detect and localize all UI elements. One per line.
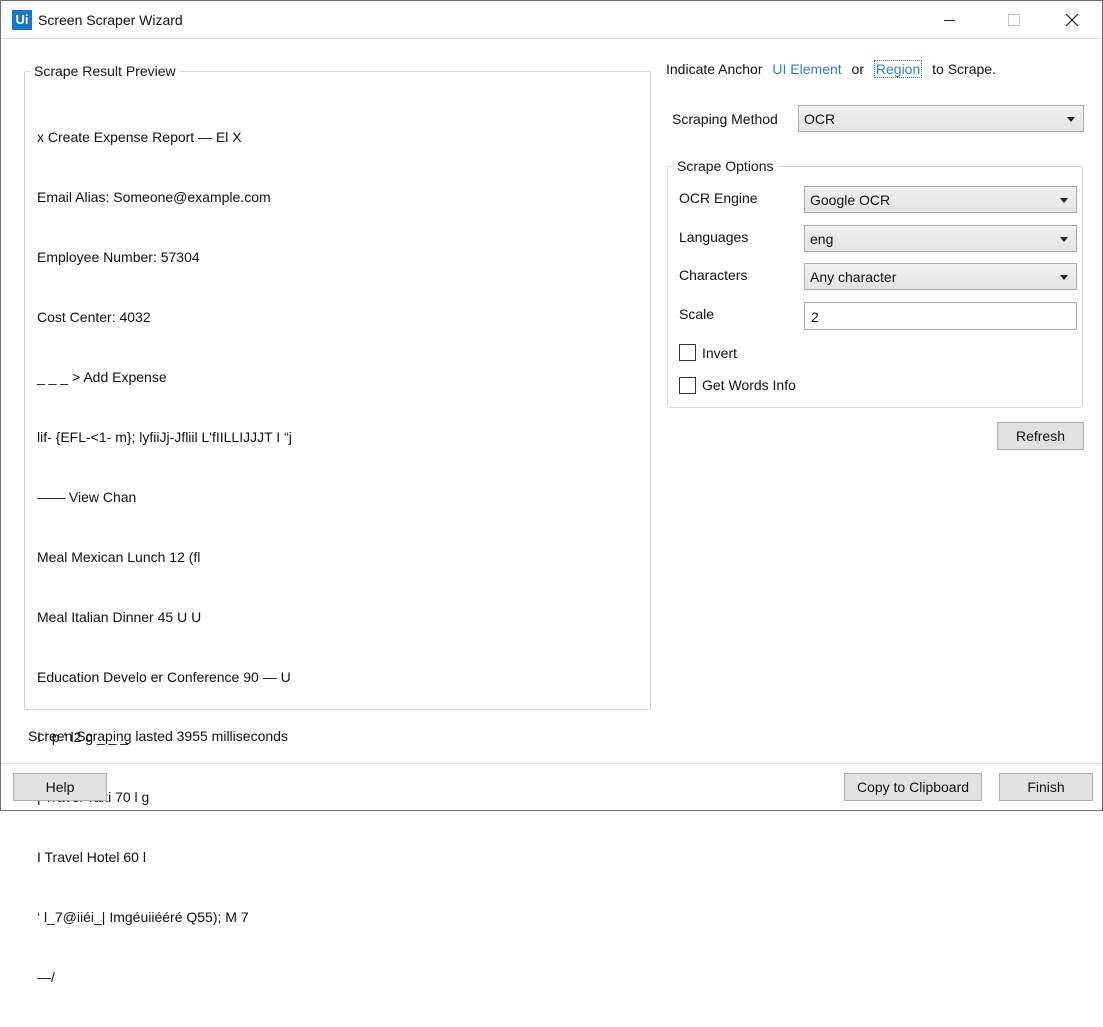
preview-line: _ _ _ > Add Expense: [37, 369, 167, 385]
preview-line: Meal Mexican Lunch 12 (fl: [37, 549, 201, 565]
uipath-logo-icon: Ui: [12, 10, 32, 30]
scrape-result-preview-group: Scrape Result Preview x Create Expense R…: [24, 63, 651, 985]
languages-dropdown[interactable]: eng: [804, 225, 1077, 252]
close-icon: [1065, 13, 1079, 27]
scraping-status-text: Screen Scraping lasted 3955 milliseconds: [28, 728, 288, 744]
languages-value: eng: [810, 231, 834, 247]
ui-element-link[interactable]: UI Element: [772, 61, 841, 77]
invert-label: Invert: [702, 345, 738, 361]
scraping-method-dropdown[interactable]: OCR: [798, 105, 1084, 132]
preview-line: I Travel Hotel 60 l: [37, 849, 146, 865]
chevron-down-icon: [1060, 198, 1068, 203]
or-label: or: [851, 61, 864, 77]
scrape-result-text[interactable]: x Create Expense Report — El X Email Ali…: [37, 87, 637, 1027]
scraping-method-value: OCR: [804, 111, 836, 127]
close-button[interactable]: [1043, 1, 1101, 39]
maximize-button[interactable]: [984, 1, 1042, 39]
ocr-engine-dropdown[interactable]: Google OCR: [804, 186, 1077, 213]
preview-line: | Travel Taxi 70 l g: [37, 789, 150, 805]
scale-input[interactable]: 2: [804, 302, 1077, 330]
characters-label: Characters: [679, 267, 748, 283]
chevron-down-icon: [1060, 275, 1068, 280]
invert-checkbox[interactable]: [679, 344, 696, 361]
copy-to-clipboard-button[interactable]: Copy to Clipboard: [844, 773, 982, 801]
indicate-anchor-label: Indicate Anchor: [666, 61, 763, 77]
ocr-engine-label: OCR Engine: [679, 190, 758, 206]
window-title: Screen Scraper Wizard: [38, 12, 183, 28]
preview-line: Meal Italian Dinner 45 U U: [37, 609, 202, 625]
preview-line: Email Alias: Someone@example.com: [37, 189, 271, 205]
get-words-info-checkbox[interactable]: [679, 377, 696, 394]
title-bar: Ui Screen Scraper Wizard: [1, 1, 1102, 39]
indicate-anchor-row: Indicate Anchor UI Element or Region to …: [666, 60, 1002, 78]
languages-label: Languages: [679, 229, 749, 245]
scale-label: Scale: [679, 306, 715, 322]
preview-line: —— View Chan: [37, 489, 137, 505]
scrape-options-legend: Scrape Options: [673, 158, 778, 174]
preview-line: ‘ l_7@iiéi_| Imgéuiiééré Q55); M 7: [37, 909, 249, 925]
preview-line: —/: [37, 969, 55, 985]
finish-button[interactable]: Finish: [999, 773, 1093, 801]
refresh-button[interactable]: Refresh: [997, 422, 1084, 450]
scraping-method-label: Scraping Method: [672, 111, 778, 127]
preview-line: Education Develo er Conference 90 — U: [37, 669, 291, 685]
bottom-separator: [1, 763, 1102, 764]
chevron-down-icon: [1067, 117, 1075, 122]
preview-line: x Create Expense Report — El X: [37, 129, 242, 145]
characters-value: Any character: [810, 269, 897, 285]
preview-line: Employee Number: 57304: [37, 249, 200, 265]
screen-scraper-wizard-window: Ui Screen Scraper Wizard Scrape Result P…: [0, 0, 1103, 985]
scrape-result-preview-legend: Scrape Result Preview: [30, 63, 180, 79]
get-words-info-label: Get Words Info: [702, 377, 796, 393]
characters-dropdown[interactable]: Any character: [804, 263, 1077, 290]
to-scrape-label: to Scrape.: [932, 61, 996, 77]
ocr-engine-value: Google OCR: [810, 192, 891, 208]
preview-line: lif- {EFL-<1- m}; lyfiiJj-Jfliil L'fIILL…: [37, 429, 292, 445]
region-link[interactable]: Region: [873, 60, 923, 78]
chevron-down-icon: [1060, 237, 1068, 242]
minimize-button[interactable]: [921, 1, 979, 39]
preview-line: Cost Center: 4032: [37, 309, 151, 325]
help-button[interactable]: Help: [13, 773, 107, 801]
